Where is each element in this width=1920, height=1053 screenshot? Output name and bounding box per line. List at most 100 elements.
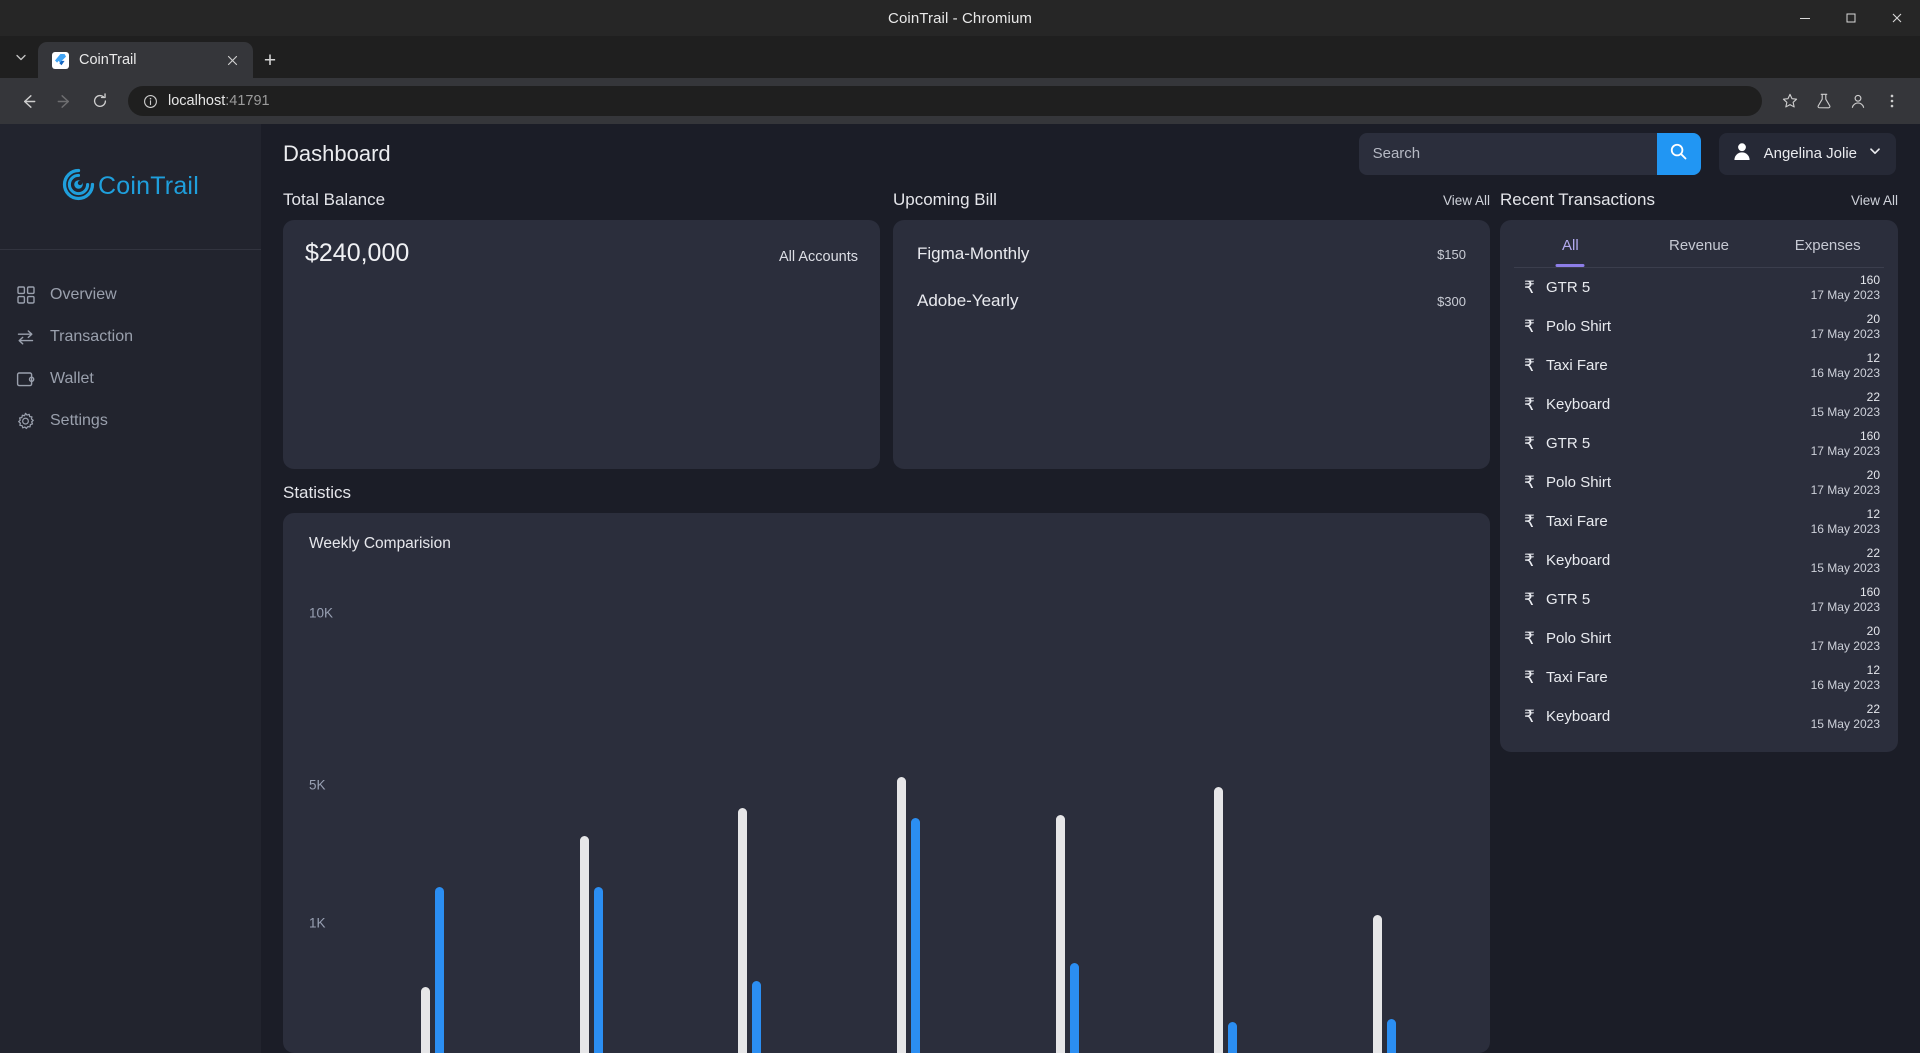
sidebar-nav: Overview Transaction Wallet Settings — [0, 250, 261, 442]
all-accounts-label[interactable]: All Accounts — [779, 249, 858, 265]
bill-name: Figma-Monthly — [917, 244, 1030, 263]
close-button[interactable] — [1874, 0, 1920, 36]
summary-row: Total Balance $240,000 All Accounts Upco… — [283, 183, 1490, 469]
search-button[interactable] — [1656, 132, 1701, 175]
transaction-name: Taxi Fare — [1546, 669, 1608, 686]
transaction-row[interactable]: ₹ Polo Shirt 20 17 May 2023 — [1500, 463, 1898, 502]
transaction-list: ₹ GTR 5 160 17 May 2023 ₹ Polo Shirt 20 17 May … — [1500, 268, 1898, 736]
y-axis-tick: 1K — [309, 915, 326, 931]
new-tab-button[interactable]: + — [253, 42, 287, 78]
grid-icon — [16, 286, 35, 305]
profile-menu[interactable]: Angelina Jolie — [1718, 132, 1896, 175]
recent-transactions-section: Recent Transactions View All All Revenue… — [1490, 183, 1920, 1053]
bar-group — [417, 585, 447, 1053]
view-all-bills-link[interactable]: View All — [1443, 193, 1490, 208]
sidebar-item-label: Wallet — [50, 370, 94, 387]
transaction-row[interactable]: ₹ GTR 5 160 17 May 2023 — [1500, 580, 1898, 619]
transaction-row[interactable]: ₹ GTR 5 160 17 May 2023 — [1500, 268, 1898, 307]
tab-title: CoinTrail — [79, 52, 137, 68]
rupee-icon: ₹ — [1524, 472, 1535, 492]
transfer-arrows-icon — [16, 328, 35, 347]
reload-icon[interactable] — [84, 85, 116, 117]
sidebar-item-label: Transaction — [50, 328, 133, 345]
transaction-amount: 22 — [1866, 545, 1880, 560]
maximize-button[interactable] — [1828, 0, 1874, 36]
rupee-icon: ₹ — [1524, 433, 1535, 453]
transaction-date: 17 May 2023 — [1810, 287, 1880, 302]
dashboard-content: Total Balance $240,000 All Accounts Upco… — [261, 183, 1920, 1053]
brand-name: CoinTrail — [98, 172, 199, 200]
window-titlebar: CoinTrail - Chromium — [0, 0, 1920, 36]
transaction-row[interactable]: ₹ Keyboard 22 15 May 2023 — [1500, 385, 1898, 424]
search-input[interactable] — [1358, 132, 1657, 175]
transaction-amount: 20 — [1866, 623, 1880, 638]
sidebar-item-overview[interactable]: Overview — [0, 274, 261, 316]
transaction-name: Taxi Fare — [1546, 357, 1608, 374]
rupee-icon: ₹ — [1524, 355, 1535, 375]
transaction-row[interactable]: ₹ Keyboard 22 15 May 2023 — [1500, 697, 1898, 736]
rupee-icon: ₹ — [1524, 550, 1535, 570]
info-circle-icon[interactable] — [142, 93, 158, 109]
profile-name: Angelina Jolie — [1763, 145, 1857, 162]
section-title: Statistics — [283, 483, 352, 502]
bill-row[interactable]: Adobe-Yearly $300 — [915, 291, 1468, 311]
transaction-meta: 20 17 May 2023 — [1811, 624, 1880, 654]
transaction-meta: 12 16 May 2023 — [1811, 507, 1880, 537]
statistics-header: Statistics — [283, 469, 1490, 513]
star-icon[interactable] — [1774, 85, 1806, 117]
page-title: Dashboard — [283, 140, 391, 166]
three-dot-menu-icon[interactable] — [1876, 85, 1908, 117]
chart-bar — [1373, 915, 1383, 1053]
browser-tab[interactable]: CoinTrail — [38, 42, 253, 78]
browser-tabstrip: CoinTrail + — [0, 36, 1920, 78]
chevron-down-icon[interactable] — [4, 36, 38, 78]
transaction-meta: 160 17 May 2023 — [1811, 585, 1880, 615]
upcoming-bill-section: Upcoming Bill View All Figma-Monthly $15… — [893, 183, 1490, 469]
tab-revenue[interactable]: Revenue — [1635, 220, 1764, 267]
total-balance-card: $240,000 All Accounts — [283, 220, 880, 469]
chart-bar — [897, 777, 906, 1053]
tab-expenses[interactable]: Expenses — [1763, 220, 1892, 267]
sidebar: CoinTrail Overview Transaction Wallet Se… — [0, 124, 261, 1053]
chart-bar — [1214, 787, 1224, 1053]
transaction-meta: 20 17 May 2023 — [1811, 468, 1880, 498]
transaction-name: Polo Shirt — [1546, 630, 1612, 647]
transaction-meta: 20 17 May 2023 — [1811, 312, 1880, 342]
person-icon[interactable] — [1842, 85, 1874, 117]
transaction-date: 17 May 2023 — [1810, 443, 1880, 458]
bill-name: Adobe-Yearly — [917, 291, 1019, 310]
flask-icon[interactable] — [1808, 85, 1840, 117]
section-title: Total Balance — [283, 190, 386, 209]
transactions-card: All Revenue Expenses ₹ GTR 5 160 17 May 202… — [1500, 220, 1898, 752]
view-all-transactions-link[interactable]: View All — [1851, 193, 1898, 208]
url-host: localhost — [168, 93, 226, 109]
tab-all[interactable]: All — [1506, 220, 1635, 267]
transaction-date: 17 May 2023 — [1810, 599, 1880, 614]
close-icon[interactable] — [221, 49, 243, 71]
flutter-icon — [52, 51, 69, 69]
chart-bar — [752, 980, 762, 1053]
bill-amount: $150 — [1437, 247, 1466, 262]
transaction-row[interactable]: ₹ Keyboard 22 15 May 2023 — [1500, 541, 1898, 580]
chart-bar — [1069, 963, 1079, 1053]
section-title: Recent Transactions — [1500, 190, 1655, 209]
transaction-row[interactable]: ₹ Taxi Fare 12 16 May 2023 — [1500, 502, 1898, 541]
sidebar-item-wallet[interactable]: Wallet — [0, 358, 261, 400]
rupee-icon: ₹ — [1524, 316, 1535, 336]
transaction-row[interactable]: ₹ Polo Shirt 20 17 May 2023 — [1500, 307, 1898, 346]
transaction-row[interactable]: ₹ GTR 5 160 17 May 2023 — [1500, 424, 1898, 463]
transaction-row[interactable]: ₹ Polo Shirt 20 17 May 2023 — [1500, 619, 1898, 658]
avatar — [1731, 140, 1753, 167]
back-arrow-icon[interactable] — [12, 85, 44, 117]
transaction-amount: 12 — [1866, 662, 1880, 677]
transaction-row[interactable]: ₹ Taxi Fare 12 16 May 2023 — [1500, 658, 1898, 697]
total-balance-header: Total Balance — [283, 183, 880, 220]
transaction-meta: 12 16 May 2023 — [1811, 663, 1880, 693]
bill-row[interactable]: Figma-Monthly $150 — [915, 244, 1468, 264]
sidebar-item-settings[interactable]: Settings — [0, 400, 261, 442]
transaction-row[interactable]: ₹ Taxi Fare 12 16 May 2023 — [1500, 346, 1898, 385]
address-bar[interactable]: localhost:41791 — [128, 86, 1762, 116]
sidebar-item-transaction[interactable]: Transaction — [0, 316, 261, 358]
toolbar-right-actions — [1774, 85, 1908, 117]
minimize-button[interactable] — [1782, 0, 1828, 36]
